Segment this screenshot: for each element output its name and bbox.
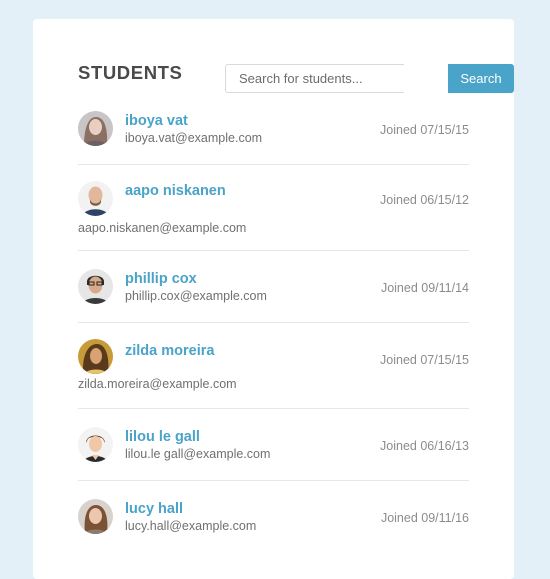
student-name[interactable]: aapo niskanen xyxy=(125,183,226,199)
student-name[interactable]: phillip cox xyxy=(125,271,197,287)
students-header: STUDENTS Search xyxy=(78,62,514,95)
search-button[interactable]: Search xyxy=(448,64,514,93)
man-portrait-icon xyxy=(78,269,113,304)
man-portrait-icon xyxy=(78,181,113,216)
student-email: phillip.cox@example.com xyxy=(125,289,267,303)
joined-date: Joined 09/11/16 xyxy=(380,511,469,525)
students-card: STUDENTS Search iboya vat iboya.vat@exam… xyxy=(33,19,514,579)
woman-portrait-icon xyxy=(78,111,113,146)
page-title: STUDENTS xyxy=(78,62,183,83)
student-email: zilda.moreira@example.com xyxy=(78,377,237,391)
student-name[interactable]: lilou le gall xyxy=(125,429,200,445)
student-name[interactable]: iboya vat xyxy=(125,113,188,129)
woman-portrait-icon xyxy=(78,499,113,534)
joined-date: Joined 07/15/15 xyxy=(380,353,469,367)
joined-date: Joined 07/15/15 xyxy=(380,123,469,137)
joined-date: Joined 06/16/13 xyxy=(380,439,469,453)
joined-date: Joined 09/11/14 xyxy=(380,281,469,295)
student-name[interactable]: lucy hall xyxy=(125,501,183,517)
woman-portrait-icon xyxy=(78,427,113,462)
student-email: lilou.le gall@example.com xyxy=(125,447,271,461)
student-list: iboya vat iboya.vat@example.com Joined 0… xyxy=(78,107,469,553)
student-email: aapo.niskanen@example.com xyxy=(78,221,247,235)
list-item: phillip cox phillip.cox@example.com Join… xyxy=(78,251,469,323)
list-item: lucy hall lucy.hall@example.com Joined 0… xyxy=(78,481,469,553)
search-input[interactable] xyxy=(225,64,404,93)
joined-date: Joined 06/15/12 xyxy=(380,193,469,207)
woman-portrait-icon xyxy=(78,339,113,374)
student-email: iboya.vat@example.com xyxy=(125,131,263,145)
list-item: aapo niskanen aapo.niskanen@example.com … xyxy=(78,165,469,251)
student-name[interactable]: zilda moreira xyxy=(125,343,214,359)
student-email: lucy.hall@example.com xyxy=(125,519,257,533)
list-item: zilda moreira zilda.moreira@example.com … xyxy=(78,323,469,409)
list-item: iboya vat iboya.vat@example.com Joined 0… xyxy=(78,107,469,165)
list-item: lilou le gall lilou.le gall@example.com … xyxy=(78,409,469,481)
